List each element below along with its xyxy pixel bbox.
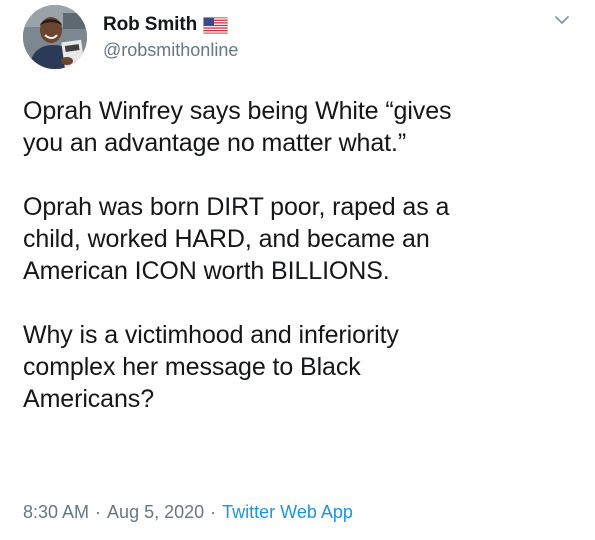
- avatar[interactable]: [23, 5, 87, 69]
- tweet-text: Oprah Winfrey says being White “gives yo…: [23, 95, 578, 415]
- name-row: Rob Smith: [103, 13, 238, 37]
- chevron-down-icon[interactable]: [552, 13, 572, 29]
- tweet-paragraph: Oprah was born DIRT poor, raped as a chi…: [23, 193, 450, 285]
- meta-separator: ·: [210, 502, 217, 522]
- tweet-paragraph: Why is a victimhood and inferiority comp…: [23, 321, 399, 413]
- user-handle[interactable]: @robsmithonline: [103, 40, 238, 61]
- avatar-photo-icon: [23, 5, 87, 69]
- meta-separator: ·: [95, 502, 102, 522]
- tweet-source-link[interactable]: Twitter Web App: [222, 502, 353, 522]
- tweet-paragraph: Oprah Winfrey says being White “gives yo…: [23, 97, 452, 157]
- display-name[interactable]: Rob Smith: [103, 14, 197, 36]
- tweet-date[interactable]: Aug 5, 2020: [107, 502, 204, 522]
- author-block: Rob Smith @robsmithonline: [103, 13, 238, 61]
- tweet-time[interactable]: 8:30 AM: [23, 502, 89, 522]
- tweet-card: Rob Smith @robsmithonline Oprah Winfrey …: [0, 0, 595, 540]
- us-flag-icon: [203, 16, 229, 34]
- tweet-meta: 8:30 AM · Aug 5, 2020 · Twitter Web App: [23, 502, 353, 523]
